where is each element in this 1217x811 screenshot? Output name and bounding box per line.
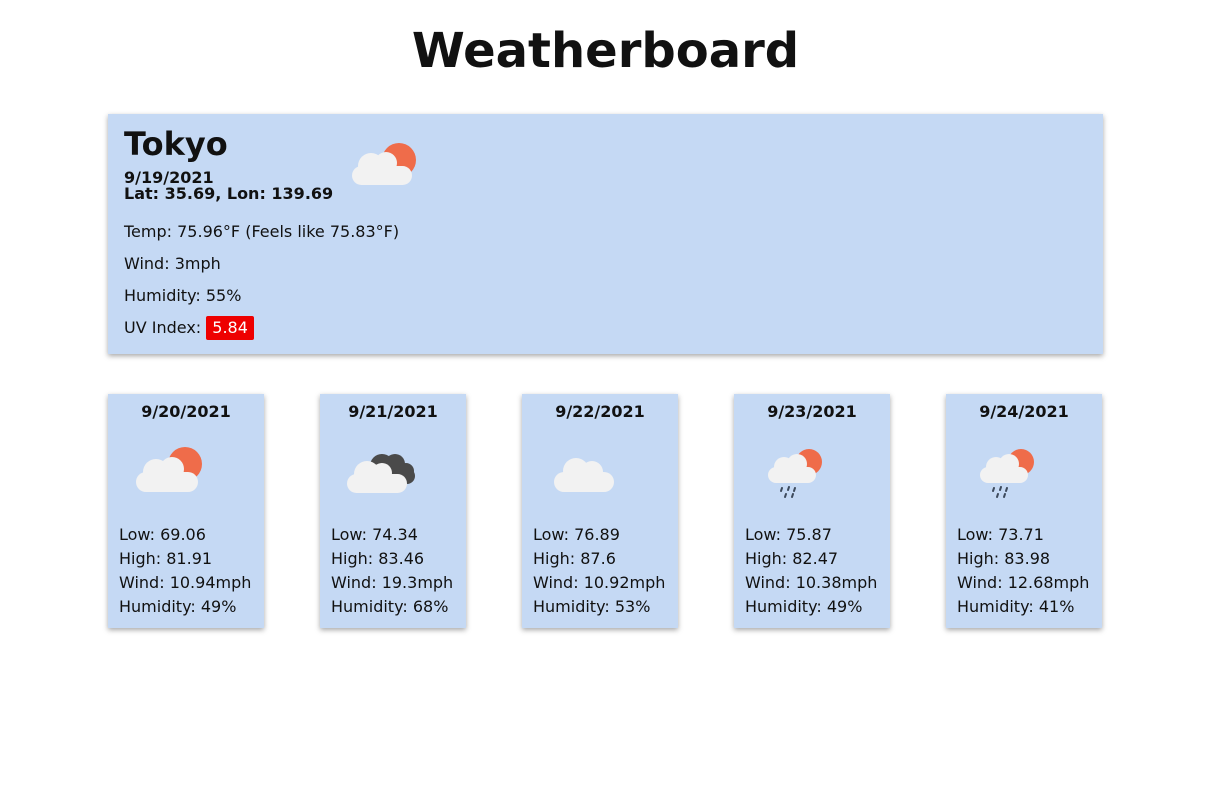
- forecast-date: 9/21/2021: [348, 402, 438, 421]
- forecast-high: High: 82.47: [745, 549, 839, 568]
- uv-badge: 5.84: [206, 316, 254, 340]
- forecast-card: 9/23/2021 Low: 75.87 High: 82.47 Wind: 1…: [734, 394, 890, 628]
- forecast-date: 9/24/2021: [979, 402, 1069, 421]
- coordinates: Lat: 35.69, Lon: 139.69: [124, 184, 334, 203]
- forecast-details: Low: 74.34 High: 83.46 Wind: 19.3mph Hum…: [331, 523, 453, 619]
- forecast-details: Low: 73.71 High: 83.98 Wind: 12.68mph Hu…: [957, 523, 1089, 619]
- forecast-wind: Wind: 10.92mph: [533, 573, 666, 592]
- forecast-high: High: 83.46: [331, 549, 425, 568]
- forecast-high: High: 81.91: [119, 549, 213, 568]
- forecast-humidity: Humidity: 49%: [745, 597, 863, 616]
- current-temp: Temp: 75.96°F (Feels like 75.83°F): [124, 222, 400, 241]
- forecast-wind: Wind: 19.3mph: [331, 573, 454, 592]
- uv-label: UV Index:: [124, 318, 202, 337]
- cloud-sun-icon: [344, 134, 424, 194]
- forecast-humidity: Humidity: 41%: [957, 597, 1075, 616]
- forecast-low: Low: 73.71: [957, 525, 1044, 544]
- forecast-low: Low: 74.34: [331, 525, 418, 544]
- forecast-wind: Wind: 12.68mph: [957, 573, 1090, 592]
- forecast-high: High: 87.6: [533, 549, 616, 568]
- cloud-sun-icon: [130, 438, 210, 502]
- current-weather-card: Tokyo 9/19/2021 Lat: 35.69, Lon: 139.69 …: [108, 114, 1103, 354]
- current-humidity: Humidity: 55%: [124, 286, 242, 305]
- forecast-card: 9/21/2021 Low: 74.34 High: 83.46 Wind: 1…: [320, 394, 466, 628]
- forecast-card: 9/24/2021 Low: 73.71 High: 83.98 Wind: 1…: [946, 394, 1102, 628]
- forecast-humidity: Humidity: 68%: [331, 597, 449, 616]
- forecast-humidity: Humidity: 49%: [119, 597, 237, 616]
- dark-clouds-icon: [342, 438, 422, 502]
- forecast-high: High: 83.98: [957, 549, 1051, 568]
- forecast-card: 9/22/2021 Low: 76.89 High: 87.6 Wind: 10…: [522, 394, 678, 628]
- rain-sun-icon: [764, 438, 844, 502]
- city-name: Tokyo: [124, 125, 228, 163]
- forecast-date: 9/22/2021: [555, 402, 645, 421]
- forecast-low: Low: 69.06: [119, 525, 206, 544]
- forecast-low: Low: 75.87: [745, 525, 832, 544]
- forecast-details: Low: 76.89 High: 87.6 Wind: 10.92mph Hum…: [533, 523, 665, 619]
- current-uv: UV Index: 5.84: [124, 316, 254, 340]
- forecast-card: 9/20/2021 Low: 69.06 High: 81.91 Wind: 1…: [108, 394, 264, 628]
- page-title: Weatherboard: [411, 23, 800, 79]
- forecast-details: Low: 69.06 High: 81.91 Wind: 10.94mph Hu…: [119, 523, 251, 619]
- forecast-date: 9/23/2021: [767, 402, 857, 421]
- cloud-icon: [550, 438, 630, 502]
- forecast-date: 9/20/2021: [141, 402, 231, 421]
- rain-sun-icon: [976, 438, 1056, 502]
- forecast-low: Low: 76.89: [533, 525, 620, 544]
- forecast-wind: Wind: 10.38mph: [745, 573, 878, 592]
- forecast-humidity: Humidity: 53%: [533, 597, 651, 616]
- forecast-wind: Wind: 10.94mph: [119, 573, 252, 592]
- current-wind: Wind: 3mph: [124, 254, 221, 273]
- forecast-details: Low: 75.87 High: 82.47 Wind: 10.38mph Hu…: [745, 523, 877, 619]
